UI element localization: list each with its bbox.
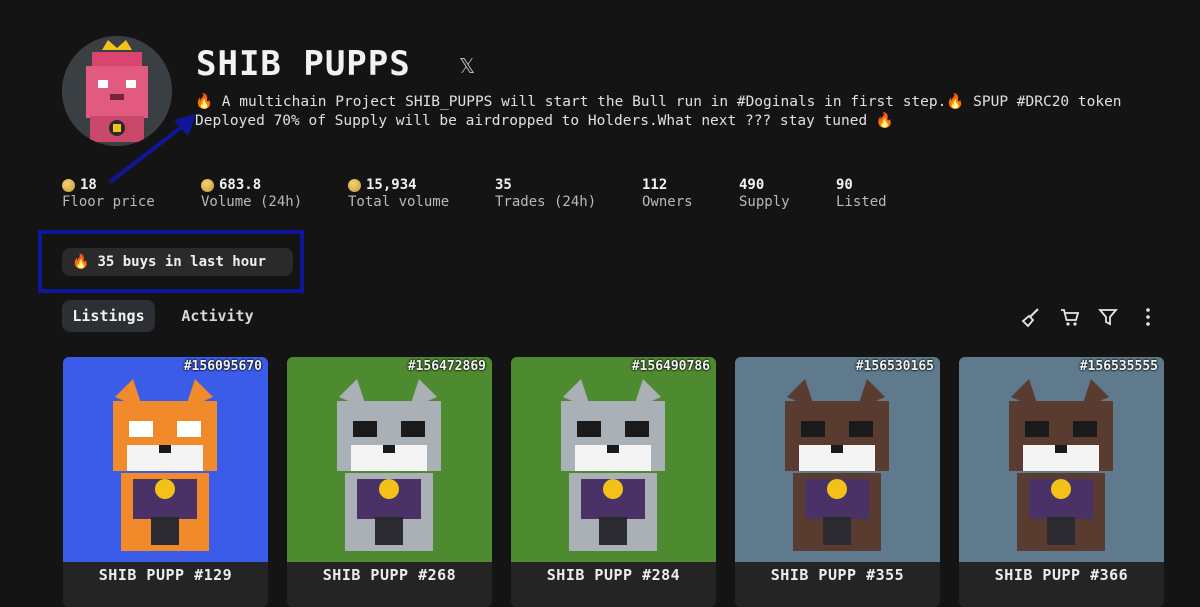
stat-value: 15,934	[366, 177, 417, 193]
stat-trades-24h: 35 Trades (24h)	[495, 176, 596, 210]
stat-label: Volume (24h)	[201, 194, 303, 210]
more-vertical-icon[interactable]	[1137, 306, 1159, 328]
nft-name: SHIB PUPP #129	[98, 566, 233, 584]
filter-icon[interactable]	[1097, 306, 1119, 328]
nft-image	[959, 357, 1164, 562]
nft-name: SHIB PUPP #355	[770, 566, 905, 584]
stat-value: 112	[642, 177, 668, 193]
broom-icon[interactable]	[1020, 306, 1042, 328]
nft-image	[287, 357, 492, 562]
inscription-number: #156535555	[1079, 359, 1158, 374]
stat-owners: 112 Owners	[642, 176, 693, 210]
stat-value: 490	[739, 177, 765, 193]
tab-activity[interactable]: Activity	[170, 300, 265, 332]
stat-value: 90	[836, 177, 853, 193]
collection-description: 🔥 A multichain Project SHIB_PUPPS will s…	[195, 94, 1122, 129]
tab-listings[interactable]: Listings	[62, 300, 155, 332]
stat-value: 35	[495, 177, 512, 193]
inscription-number: #156530165	[855, 359, 934, 374]
stat-listed: 90 Listed	[836, 176, 887, 210]
stat-value: 18	[80, 177, 97, 193]
stat-label: Supply	[739, 194, 790, 210]
stat-label: Floor price	[62, 194, 155, 210]
listing-card[interactable]: #156472869 SHIB PUPP #268	[287, 357, 492, 607]
doge-coin-icon	[201, 178, 214, 192]
x-icon[interactable]: 𝕏	[456, 55, 478, 77]
collection-title: SHIB PUPPS	[196, 44, 411, 84]
cart-icon[interactable]	[1059, 306, 1081, 328]
doge-coin-icon	[348, 178, 361, 192]
stat-value: 683.8	[219, 177, 262, 193]
stat-label: Owners	[642, 194, 693, 210]
inscription-number: #156472869	[407, 359, 486, 374]
inscription-number: #156095670	[183, 359, 262, 374]
nft-name: SHIB PUPP #268	[322, 566, 457, 584]
stat-floor-price: 18 Floor price	[62, 176, 155, 210]
stat-total-volume: 15,934 Total volume	[348, 176, 449, 210]
listing-card[interactable]: #156535555 SHIB PUPP #366	[959, 357, 1164, 607]
stat-label: Trades (24h)	[495, 194, 597, 210]
stat-label: Listed	[836, 194, 887, 210]
recent-buys-text: 35 buys in last hour	[97, 254, 267, 270]
listing-card[interactable]: #156095670 SHIB PUPP #129	[63, 357, 268, 607]
nft-name: SHIB PUPP #284	[546, 566, 681, 584]
nft-image	[511, 357, 716, 562]
nft-image	[63, 357, 268, 562]
nft-image	[735, 357, 940, 562]
stat-supply: 490 Supply	[739, 176, 790, 210]
listing-card[interactable]: #156530165 SHIB PUPP #355	[735, 357, 940, 607]
stat-volume-24h: 683.8 Volume (24h)	[201, 176, 302, 210]
listing-card[interactable]: #156490786 SHIB PUPP #284	[511, 357, 716, 607]
nft-name: SHIB PUPP #366	[994, 566, 1129, 584]
recent-buys-badge: 🔥 35 buys in last hour	[62, 248, 293, 276]
fire-icon: 🔥	[72, 254, 90, 270]
inscription-number: #156490786	[631, 359, 710, 374]
doge-coin-icon	[62, 178, 75, 192]
stat-label: Total volume	[348, 194, 450, 210]
